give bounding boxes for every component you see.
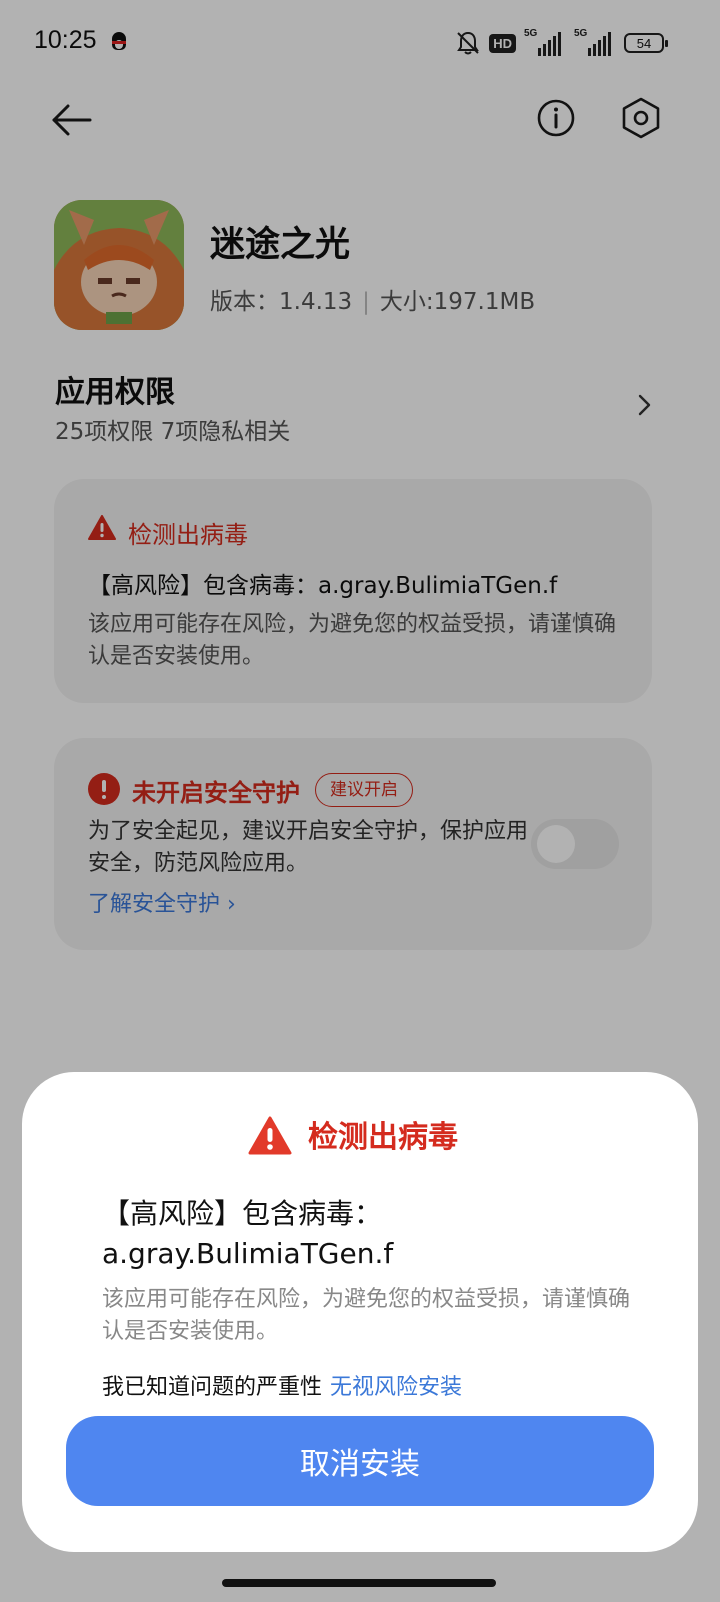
- ignore-risk-install-link[interactable]: 无视风险安装: [330, 1375, 462, 1400]
- warning-triangle-icon: [248, 1116, 292, 1156]
- ack-text: 我已知道问题的严重性: [102, 1375, 323, 1400]
- sheet-title: 检测出病毒: [308, 1120, 458, 1155]
- sheet-desc: 该应用可能存在风险，为避免您的权益受损，请谨慎确认是否安装使用。: [102, 1287, 631, 1344]
- sheet-main: 【高风险】包含病毒：a.gray.BulimiaTGen.f: [102, 1197, 394, 1270]
- cancel-install-button[interactable]: 取消安装: [66, 1416, 654, 1506]
- sheet-acknowledge: 我已知道问题的严重性 无视风险安装: [102, 1369, 462, 1401]
- home-indicator[interactable]: [222, 1579, 496, 1587]
